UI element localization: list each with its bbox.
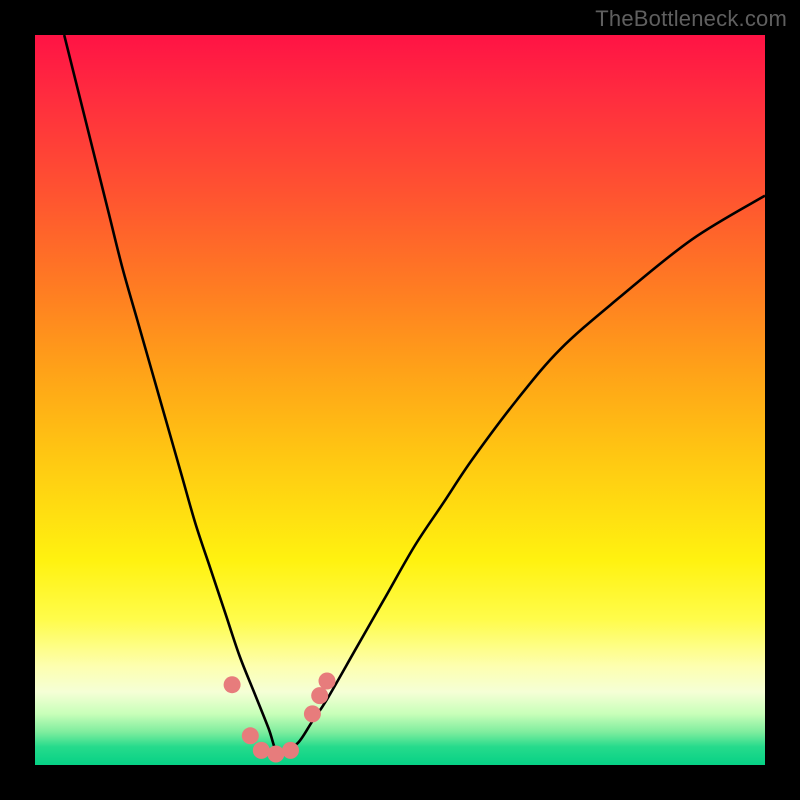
chart-frame: TheBottleneck.com xyxy=(0,0,800,800)
marker-dot xyxy=(224,676,241,693)
marker-dot xyxy=(319,673,336,690)
marker-dot xyxy=(253,742,270,759)
marker-dot xyxy=(282,742,299,759)
marker-dot xyxy=(304,705,321,722)
watermark-text: TheBottleneck.com xyxy=(595,6,787,32)
marker-group xyxy=(224,673,336,763)
marker-dot xyxy=(242,727,259,744)
bottleneck-curve xyxy=(64,35,765,752)
plot-area xyxy=(35,35,765,765)
curve-layer xyxy=(35,35,765,765)
marker-dot xyxy=(311,687,328,704)
marker-dot xyxy=(267,746,284,763)
